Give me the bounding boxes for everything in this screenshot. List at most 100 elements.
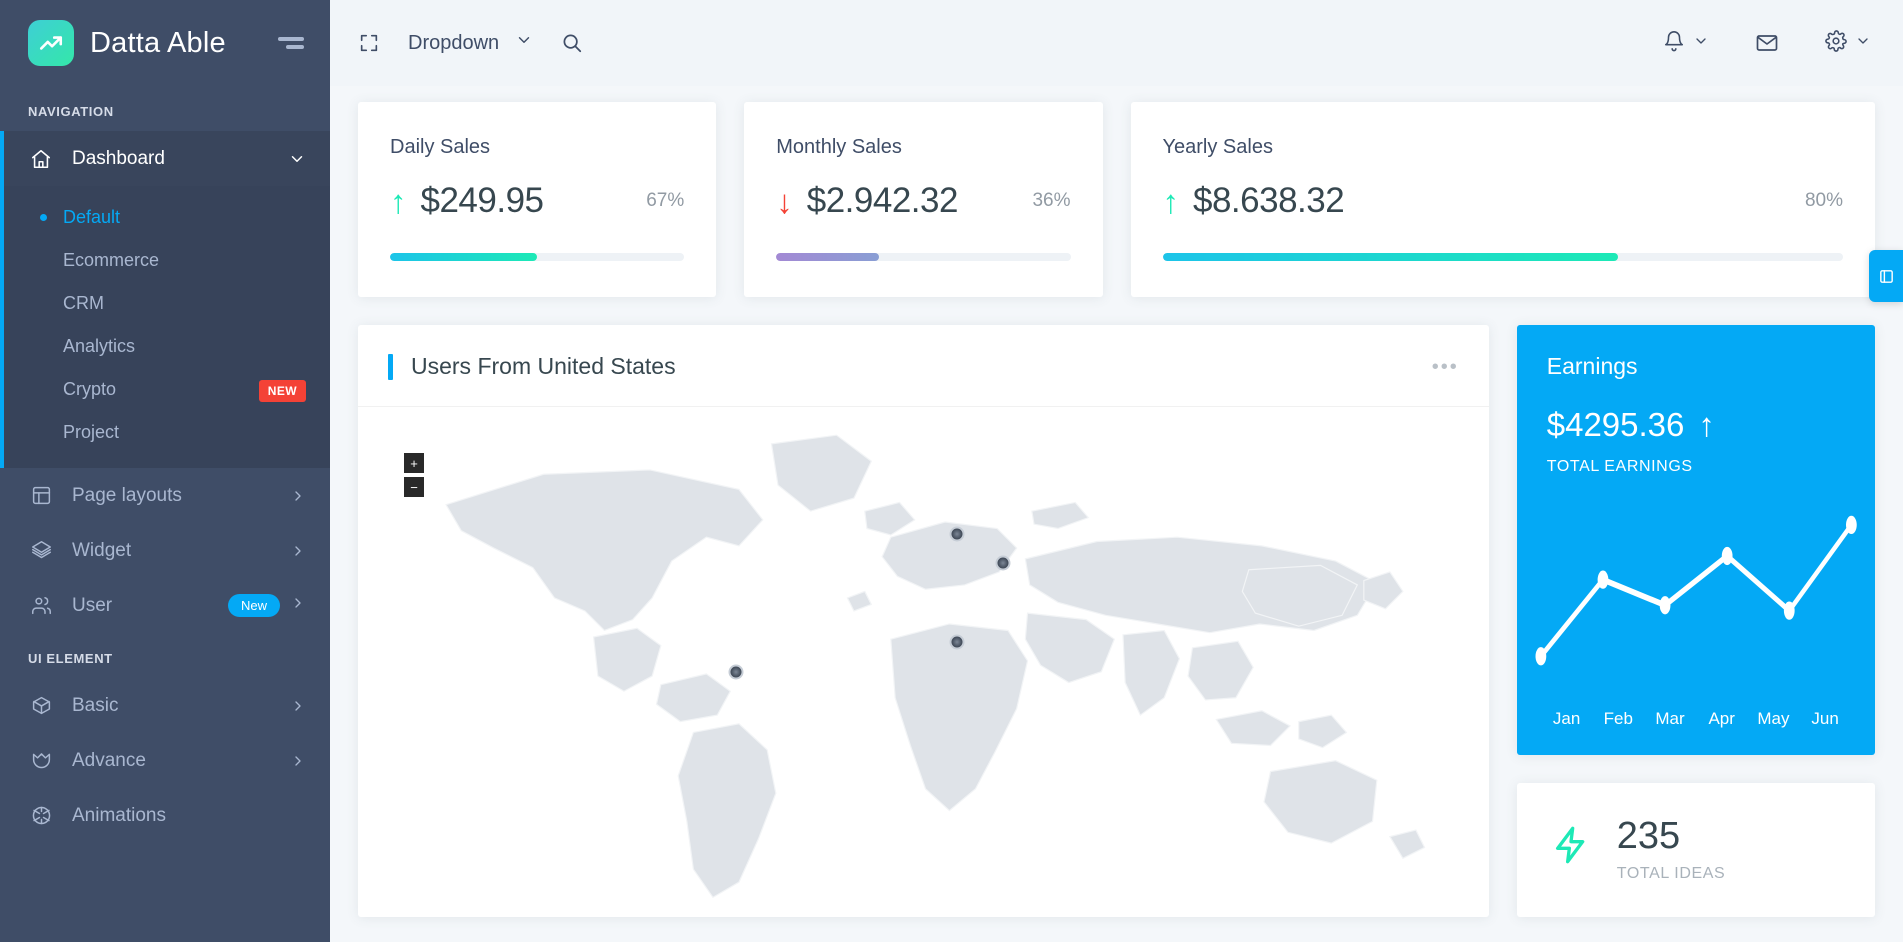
chart-data-point xyxy=(1846,516,1857,534)
chevron-right-icon xyxy=(290,698,306,714)
sidebar-item-basic[interactable]: Basic xyxy=(0,678,330,733)
status-badge: New xyxy=(228,594,280,617)
title-accent-bar xyxy=(388,354,393,380)
month-label: May xyxy=(1748,709,1800,729)
sidebar-item-widget[interactable]: Widget xyxy=(0,523,330,578)
earnings-amount: $4295.36 xyxy=(1547,406,1685,444)
chart-data-point xyxy=(1722,547,1733,565)
chevron-down-icon xyxy=(515,31,533,55)
home-icon xyxy=(28,148,54,170)
lightning-bolt-icon xyxy=(1551,823,1591,872)
sidebar-subitem-default[interactable]: Default xyxy=(0,196,330,239)
sales-amount: $8.638.32 xyxy=(1193,181,1344,221)
card-yearly-sales: Yearly Sales ↑ $8.638.32 80% xyxy=(1131,102,1876,297)
sidebar-item-animations[interactable]: Animations xyxy=(0,788,330,843)
card-title: Yearly Sales xyxy=(1163,136,1844,159)
sidebar-subitem-label: Project xyxy=(63,422,119,443)
brand-header: Datta Able xyxy=(0,0,330,86)
bullet-icon xyxy=(40,257,47,264)
world-map[interactable]: + − xyxy=(358,407,1489,917)
sidebar-item-label: Page layouts xyxy=(72,485,182,507)
progress-fill xyxy=(390,253,537,261)
trend-up-icon: ↑ xyxy=(1163,185,1180,218)
card-monthly-sales: Monthly Sales ↓ $2.942.32 36% xyxy=(744,102,1102,297)
sidebar-subitem-ecommerce[interactable]: Ecommerce xyxy=(0,239,330,282)
topbar-left: Dropdown xyxy=(358,31,583,55)
layers-icon xyxy=(28,540,54,561)
map-marker[interactable] xyxy=(995,555,1010,570)
layout-icon xyxy=(28,485,54,506)
sales-value-row: ↑ $8.638.32 80% xyxy=(1163,181,1844,221)
sidebar-item-label: Animations xyxy=(72,805,166,827)
chart-data-point xyxy=(1659,596,1670,614)
sidebar-subitem-crypto[interactable]: Crypto NEW xyxy=(0,368,330,411)
brand-logo[interactable] xyxy=(28,20,74,66)
right-column: Earnings $4295.36 ↑ TOTAL EARNINGS xyxy=(1517,325,1875,917)
settings-tab-icon[interactable] xyxy=(1869,250,1903,302)
trending-up-icon xyxy=(38,30,64,56)
sidebar-item-user[interactable]: User New xyxy=(0,578,330,633)
earnings-amount-row: $4295.36 ↑ xyxy=(1547,406,1845,444)
progress-bar xyxy=(1163,253,1844,261)
sidebar-item-label: Basic xyxy=(72,695,118,717)
settings-button[interactable] xyxy=(1825,30,1871,57)
map-marker[interactable] xyxy=(950,527,965,542)
sidebar-item-dashboard[interactable]: Dashboard xyxy=(0,131,330,186)
sidebar-collapse-icon[interactable] xyxy=(276,31,306,55)
ideas-text-block: 235 TOTAL IDEAS xyxy=(1617,817,1726,883)
mail-icon[interactable] xyxy=(1755,31,1779,55)
sidebar-item-page-layouts[interactable]: Page layouts xyxy=(0,468,330,523)
chevron-down-icon xyxy=(1855,33,1871,54)
sidebar-subitem-label: Crypto xyxy=(63,379,116,400)
ideas-label: TOTAL IDEAS xyxy=(1617,865,1726,883)
chevron-right-icon xyxy=(290,488,306,504)
sidebar-subitem-project[interactable]: Project xyxy=(0,411,330,454)
ideas-value: 235 xyxy=(1617,817,1726,857)
sidebar-subitem-crm[interactable]: CRM xyxy=(0,282,330,325)
card-users-from-united-states: Users From United States ••• + − xyxy=(358,325,1489,917)
bell-icon xyxy=(1663,30,1685,57)
sidebar-item-advance[interactable]: Advance xyxy=(0,733,330,788)
trend-up-icon: ↑ xyxy=(1698,406,1715,444)
sidebar-caption-navigation: NAVIGATION xyxy=(0,86,330,131)
notifications-button[interactable] xyxy=(1663,30,1709,57)
maximize-icon[interactable] xyxy=(358,32,380,54)
map-zoom-in-button[interactable]: + xyxy=(404,453,424,473)
topbar: Dropdown xyxy=(330,0,1903,86)
bullet-icon xyxy=(40,343,47,350)
search-icon[interactable] xyxy=(561,32,583,54)
shape-icon xyxy=(28,750,54,771)
earnings-line-chart xyxy=(1517,486,1875,709)
sidebar-subitem-analytics[interactable]: Analytics xyxy=(0,325,330,368)
map-zoom-out-button[interactable]: − xyxy=(404,477,424,497)
badge-new-crypto: NEW xyxy=(259,379,306,400)
progress-bar xyxy=(776,253,1070,261)
card-title: Monthly Sales xyxy=(776,136,1070,159)
users-icon xyxy=(28,595,54,616)
progress-fill xyxy=(776,253,879,261)
more-horizontal-icon[interactable]: ••• xyxy=(1432,361,1459,373)
chevron-down-icon xyxy=(288,150,306,168)
card-title: Users From United States xyxy=(411,353,676,380)
gear-icon xyxy=(1825,30,1847,57)
progress-fill xyxy=(1163,253,1619,261)
card-header: Users From United States ••• xyxy=(358,325,1489,407)
map-marker[interactable] xyxy=(950,634,965,649)
status-badge: NEW xyxy=(259,380,306,402)
topbar-dropdown[interactable]: Dropdown xyxy=(408,31,533,55)
topbar-right xyxy=(1663,30,1871,57)
sales-value-row: ↑ $249.95 67% xyxy=(390,181,684,221)
sidebar-subitem-label: Analytics xyxy=(63,336,135,357)
earnings-chart-svg xyxy=(1517,486,1875,709)
chart-data-point xyxy=(1597,571,1608,589)
box-icon xyxy=(28,695,54,716)
sales-amount: $2.942.32 xyxy=(807,181,958,221)
progress-bar xyxy=(390,253,684,261)
aperture-icon xyxy=(28,805,54,826)
sidebar-item-label: Advance xyxy=(72,750,146,772)
sidebar-item-label: User xyxy=(72,595,112,617)
sidebar-subitem-label: CRM xyxy=(63,293,104,314)
map-marker[interactable] xyxy=(728,665,743,680)
world-map-graphic xyxy=(358,407,1489,917)
month-label: Mar xyxy=(1644,709,1696,729)
